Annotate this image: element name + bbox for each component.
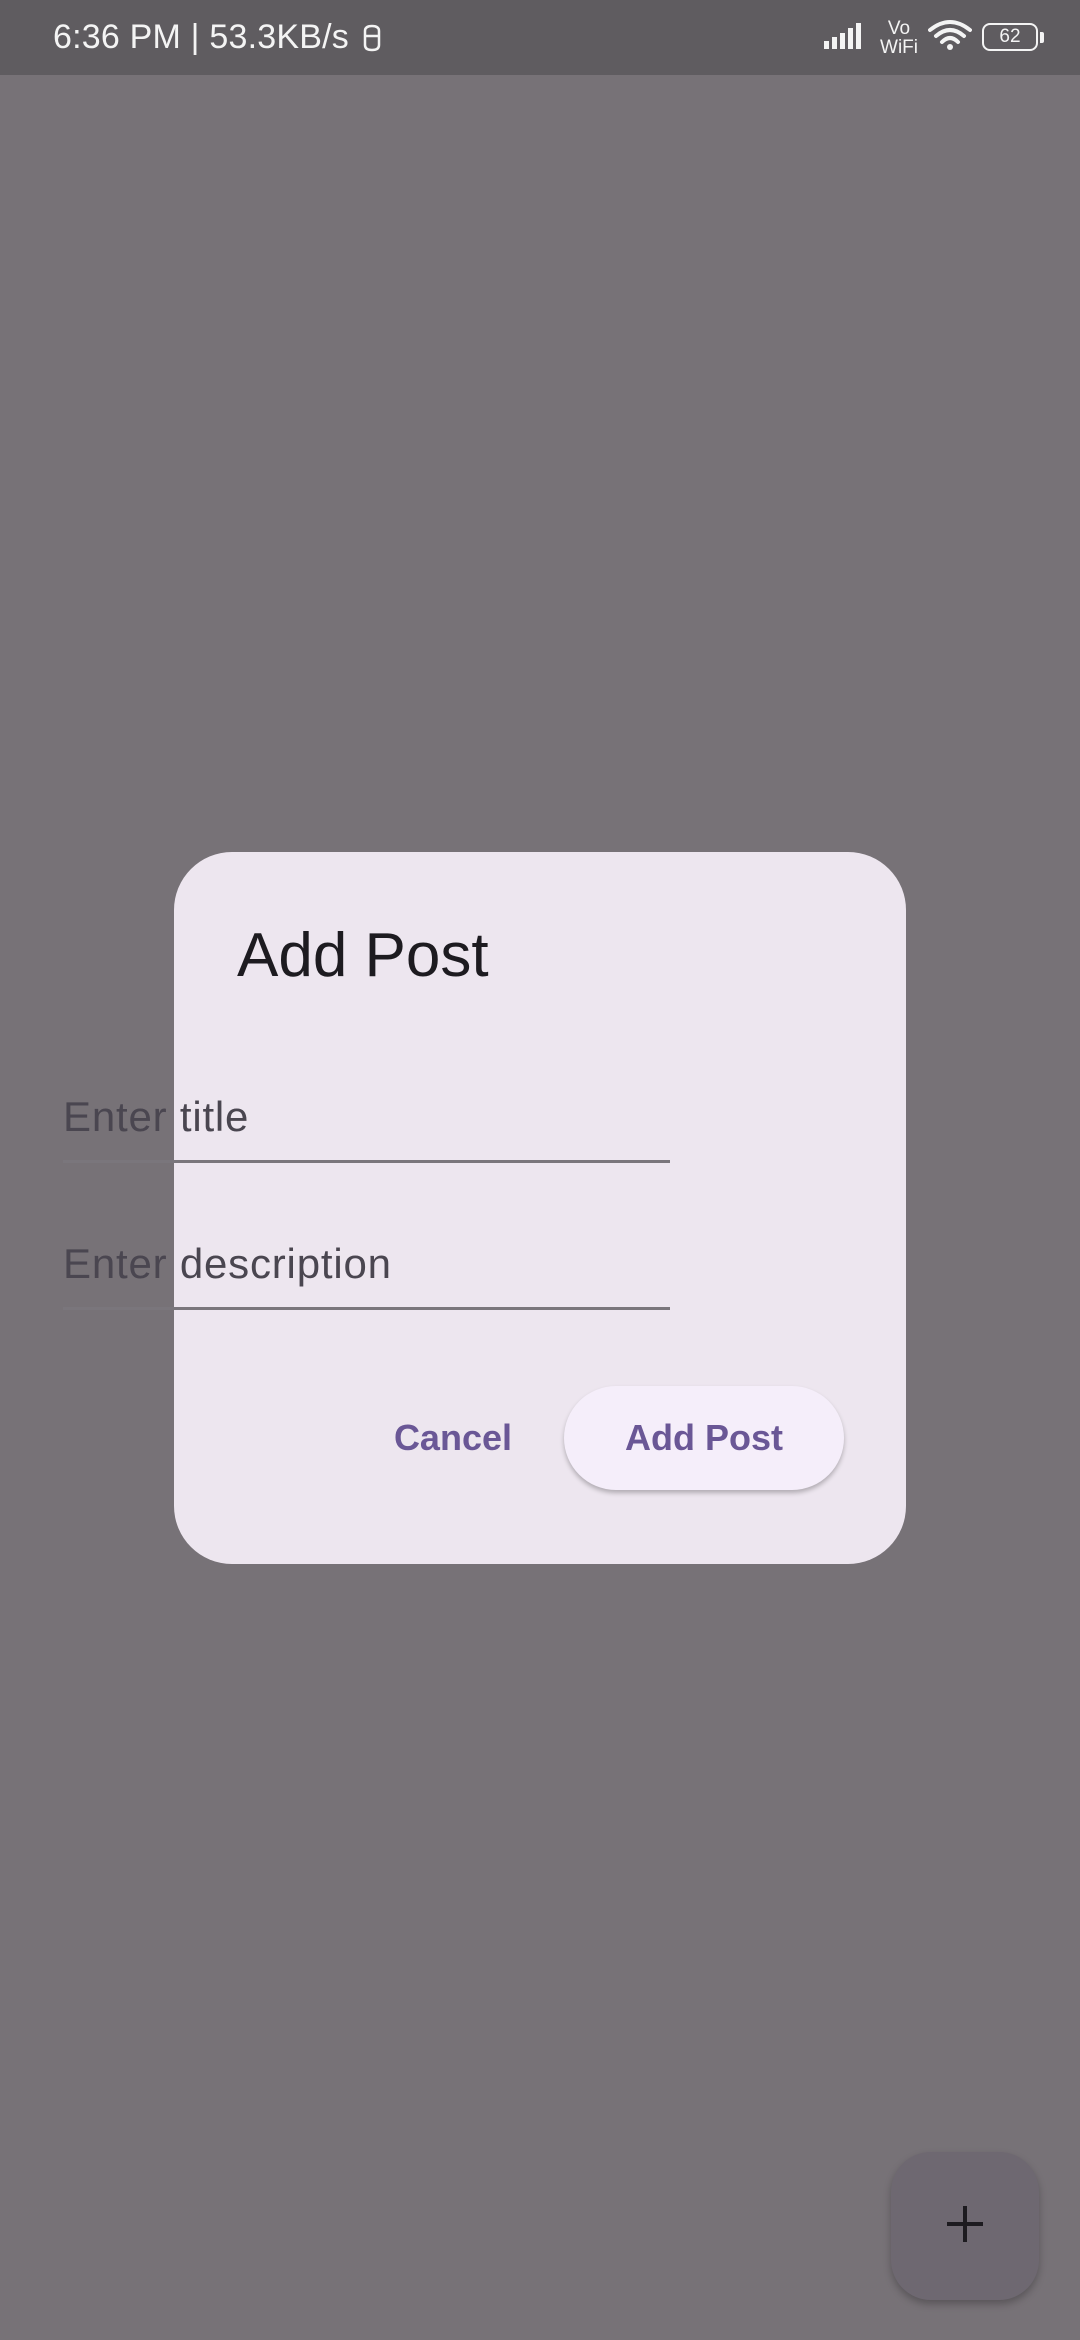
vowifi-bottom: WiFi bbox=[880, 36, 918, 58]
vowifi-indicator: Vo WiFi bbox=[880, 19, 918, 57]
cancel-button[interactable]: Cancel bbox=[394, 1388, 564, 1488]
status-right: Vo WiFi 62 bbox=[824, 0, 1044, 75]
add-post-dialog: Add Post Cancel Add Post bbox=[174, 852, 906, 1564]
battery-icon: 62 bbox=[982, 22, 1044, 53]
add-post-button[interactable]: Add Post bbox=[564, 1386, 844, 1490]
wifi-icon bbox=[928, 19, 972, 56]
description-input[interactable] bbox=[63, 1240, 670, 1288]
dialog-actions: Cancel Add Post bbox=[394, 1386, 844, 1490]
plus-icon bbox=[943, 2202, 987, 2251]
description-field[interactable] bbox=[63, 1210, 670, 1310]
status-time-speed: 6:36 PM | 53.3KB/s bbox=[53, 18, 349, 56]
battery-level: 62 bbox=[982, 22, 1038, 51]
status-bar: 6:36 PM | 53.3KB/s Vo WiFi 62 bbox=[0, 0, 1080, 75]
vowifi-top: Vo bbox=[887, 17, 911, 39]
status-left: 6:36 PM | 53.3KB/s bbox=[53, 0, 383, 75]
add-fab-button[interactable] bbox=[891, 2152, 1039, 2300]
dialog-title: Add Post bbox=[237, 921, 489, 990]
notification-icon bbox=[361, 23, 383, 53]
title-field[interactable] bbox=[63, 1063, 670, 1163]
signal-icon bbox=[824, 21, 870, 54]
title-input[interactable] bbox=[63, 1093, 670, 1141]
